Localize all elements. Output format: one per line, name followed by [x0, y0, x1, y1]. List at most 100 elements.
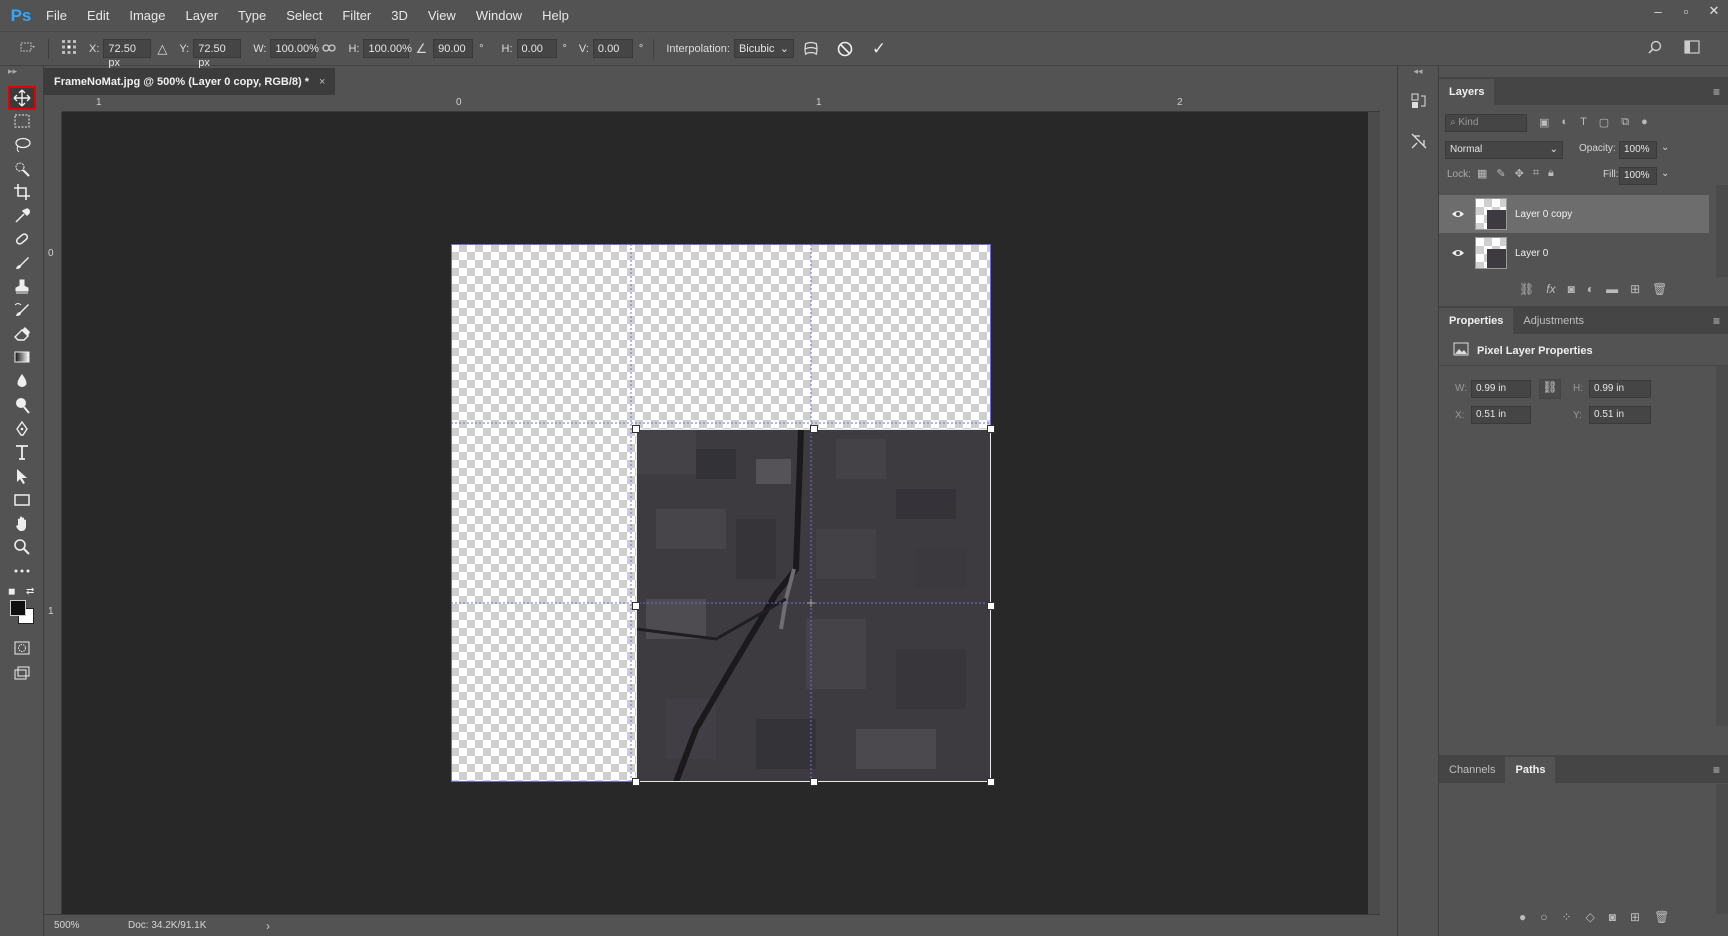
properties-scrollbar[interactable]	[1716, 366, 1728, 726]
fill-field[interactable]: 100%	[1619, 167, 1657, 185]
lock-artboard-icon[interactable]: ⌗	[1533, 167, 1539, 180]
adjustment-layer-icon[interactable]: ◐	[1587, 282, 1594, 296]
history-icon[interactable]	[1406, 88, 1432, 114]
layer-name[interactable]: Layer 0 copy	[1515, 209, 1572, 220]
stamp-tool-button[interactable]	[8, 275, 36, 299]
hand-tool-button[interactable]	[8, 512, 36, 536]
link-layers-icon[interactable]: ⛓︎	[1519, 282, 1534, 296]
lock-position-icon[interactable]: ✥	[1515, 167, 1524, 180]
hskew-field[interactable]: 0.00	[516, 39, 557, 58]
panel-menu-icon[interactable]: ≡	[1713, 85, 1720, 99]
vskew-field[interactable]: 0.00	[592, 39, 633, 58]
filter-smart-icon[interactable]: ⧉	[1621, 116, 1629, 129]
add-mask-icon[interactable]: ◙	[1609, 910, 1616, 924]
new-layer-icon[interactable]: ⊞	[1630, 282, 1640, 296]
visibility-eye-icon[interactable]	[1447, 242, 1469, 264]
lock-pixels-icon[interactable]: ✎	[1496, 167, 1505, 180]
menu-help[interactable]: Help	[532, 0, 579, 32]
transform-handle-left[interactable]	[632, 602, 640, 610]
document-canvas[interactable]	[451, 244, 995, 786]
visibility-eye-icon[interactable]	[1447, 203, 1469, 225]
swap-colors-icon[interactable]: ⇄	[26, 586, 34, 597]
filter-toggle-icon[interactable]: ●	[1641, 116, 1648, 129]
zoom-level[interactable]: 500%	[44, 920, 120, 931]
menu-filter[interactable]: Filter	[332, 0, 381, 32]
menu-file[interactable]: File	[36, 0, 77, 32]
prop-y-field[interactable]: 0.51 in	[1589, 406, 1651, 424]
layer-name[interactable]: Layer 0	[1515, 248, 1548, 259]
make-work-path-icon[interactable]: ◇	[1586, 910, 1595, 924]
filter-shape-icon[interactable]: ▢	[1599, 116, 1609, 129]
quick-select-tool-button[interactable]	[8, 156, 36, 180]
width-field[interactable]: 100.00%	[270, 39, 319, 58]
chevron-down-icon[interactable]: ⌄	[1661, 168, 1669, 179]
menu-layer[interactable]: Layer	[176, 0, 229, 32]
close-tab-button[interactable]: ×	[319, 76, 325, 88]
opacity-field[interactable]: 100%	[1619, 141, 1657, 159]
menu-select[interactable]: Select	[276, 0, 332, 32]
search-icon[interactable]	[1648, 40, 1662, 57]
filter-adjustment-icon[interactable]: ◐	[1561, 116, 1568, 129]
filter-pixel-icon[interactable]: ▣	[1539, 116, 1549, 129]
brush-tool-button[interactable]	[8, 251, 36, 275]
paths-scrollbar[interactable]	[1716, 784, 1728, 914]
interpolation-select[interactable]: Bicubic ⌄	[733, 39, 794, 58]
transform-handle-right[interactable]	[987, 602, 995, 610]
canvas-scrollbar[interactable]	[1368, 112, 1380, 914]
blend-mode-select[interactable]: Normal ⌄	[1445, 141, 1563, 159]
transform-handle-top-left[interactable]	[632, 425, 640, 433]
menu-type[interactable]: Type	[228, 0, 276, 32]
eraser-tool-button[interactable]	[8, 322, 36, 346]
move-tool-button[interactable]	[8, 86, 36, 110]
layer-kind-filter[interactable]: ⌕ Kind	[1445, 114, 1527, 132]
quick-mask-button[interactable]	[8, 636, 36, 660]
minimize-button[interactable]: –	[1644, 0, 1672, 22]
menu-3d[interactable]: 3D	[381, 0, 418, 32]
prop-x-field[interactable]: 0.51 in	[1471, 406, 1531, 424]
foreground-color-swatch[interactable]	[10, 600, 26, 616]
delete-layer-icon[interactable]: 🗑︎	[1652, 282, 1667, 296]
prop-height-field[interactable]: 0.99 in	[1589, 380, 1651, 398]
transform-handle-top[interactable]	[810, 425, 818, 433]
menu-window[interactable]: Window	[466, 0, 532, 32]
tab-properties[interactable]: Properties	[1439, 308, 1514, 334]
height-field[interactable]: 100.00%	[363, 39, 412, 58]
lock-all-icon[interactable]: 🔒︎	[1548, 167, 1554, 180]
layer-style-icon[interactable]: fx	[1546, 282, 1555, 296]
delete-path-icon[interactable]: 🗑︎	[1654, 910, 1669, 924]
panel-menu-icon[interactable]: ≡	[1713, 763, 1720, 777]
transform-tool-preset-icon[interactable]	[18, 40, 36, 57]
layer-row-layer-0[interactable]: Layer 0	[1439, 234, 1709, 272]
panel-collapse-icon[interactable]: ◂◂	[1398, 66, 1438, 80]
x-field[interactable]: 72.50 px	[103, 39, 152, 69]
eyedropper-tool-button[interactable]	[8, 204, 36, 228]
add-mask-icon[interactable]: ◙	[1568, 282, 1575, 296]
canvas-area[interactable]	[62, 112, 1380, 914]
load-selection-icon[interactable]: ⁘	[1562, 910, 1572, 924]
properties-icon[interactable]	[1406, 128, 1432, 154]
y-field[interactable]: 72.50 px	[193, 39, 242, 69]
healing-brush-tool-button[interactable]	[8, 227, 36, 251]
tab-adjustments[interactable]: Adjustments	[1513, 308, 1594, 334]
layer-row-layer-0-copy[interactable]: Layer 0 copy	[1439, 195, 1709, 233]
transform-handle-bottom-left[interactable]	[632, 778, 640, 786]
crop-tool-button[interactable]	[8, 180, 36, 204]
chevron-down-icon[interactable]: ⌄	[1661, 142, 1669, 153]
tab-channels[interactable]: Channels	[1439, 757, 1505, 783]
warp-mode-button[interactable]	[800, 38, 822, 60]
tab-paths[interactable]: Paths	[1505, 757, 1556, 783]
path-selection-tool-button[interactable]	[8, 464, 36, 488]
reference-point-icon[interactable]	[61, 39, 77, 58]
dodge-tool-button[interactable]	[8, 393, 36, 417]
stroke-path-icon[interactable]: ○	[1540, 910, 1547, 924]
maximize-button[interactable]: ▫	[1672, 0, 1700, 22]
lasso-tool-button[interactable]	[8, 133, 36, 157]
prop-width-field[interactable]: 0.99 in	[1471, 380, 1531, 398]
more-tools-button[interactable]	[8, 559, 36, 583]
blur-tool-button[interactable]	[8, 369, 36, 393]
link-icon[interactable]	[322, 41, 337, 56]
zoom-tool-button[interactable]	[8, 535, 36, 559]
history-brush-tool-button[interactable]	[8, 298, 36, 322]
default-colors-icon[interactable]: ◼	[8, 586, 15, 597]
delta-icon[interactable]: △	[157, 41, 167, 57]
